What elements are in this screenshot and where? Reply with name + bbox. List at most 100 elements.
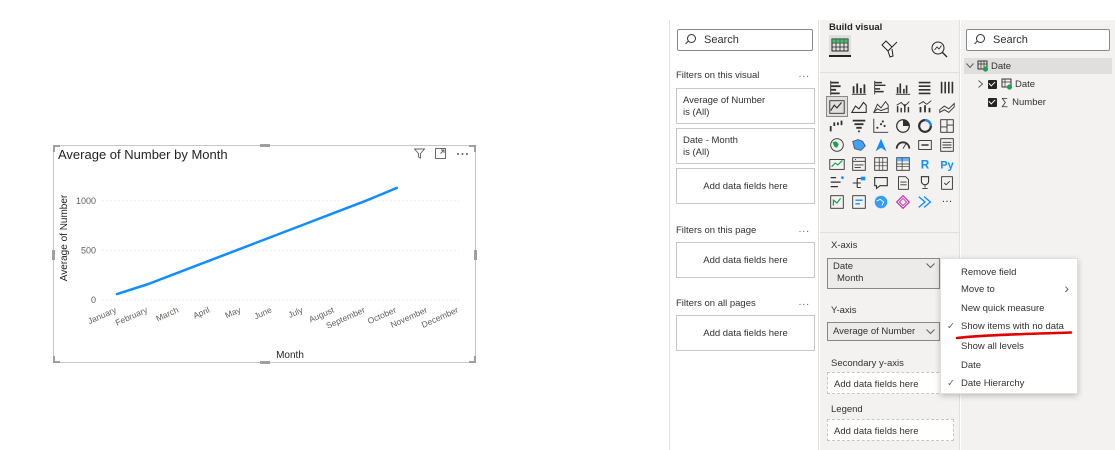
y-axis-well-label: Y-axis <box>831 305 857 316</box>
resize-handle[interactable] <box>260 361 270 364</box>
smart-narrative-icon[interactable] <box>893 173 913 192</box>
format-visual-tab[interactable] <box>879 38 901 60</box>
menu-item-date[interactable]: Date <box>961 360 981 371</box>
stacked-column-chart-icon[interactable] <box>849 78 869 97</box>
waterfall-chart-icon[interactable] <box>827 116 847 135</box>
more-options-icon[interactable]: ... <box>799 224 810 235</box>
table-date[interactable]: Date <box>964 58 1112 74</box>
treemap-icon[interactable] <box>937 116 957 135</box>
filters-visual-drop-zone[interactable]: Add data fields here <box>676 168 815 204</box>
more-options-icon[interactable]: ... <box>799 297 810 308</box>
chevron-right-icon[interactable] <box>978 80 984 88</box>
filter-icon[interactable] <box>414 148 425 159</box>
line-chart-icon[interactable] <box>826 96 848 117</box>
more-visuals-icon[interactable]: ··· <box>937 192 957 211</box>
chevron-double-icon[interactable] <box>915 192 935 211</box>
y-tick-label: 500 <box>81 245 96 255</box>
gauge-icon[interactable] <box>893 135 913 154</box>
key-influencers-icon[interactable] <box>827 173 847 192</box>
menu-item-new-quick-measure[interactable]: New quick measure <box>961 303 1044 314</box>
chevron-down-icon[interactable] <box>966 63 974 69</box>
x-tick-label: June <box>252 305 273 322</box>
paginated-report-icon[interactable] <box>937 173 957 192</box>
hundred-percent-column-icon[interactable] <box>937 78 957 97</box>
filters-on-visual-header: Filters on this visual <box>676 70 760 81</box>
resize-corner[interactable] <box>53 145 60 152</box>
analytics-tab[interactable] <box>928 38 950 60</box>
kpi-icon[interactable] <box>827 154 847 173</box>
resize-corner[interactable] <box>469 356 476 363</box>
build-visual-title: Build visual <box>829 22 883 33</box>
filters-on-all-pages-header: Filters on all pages <box>676 298 756 309</box>
clustered-bar-chart-icon[interactable] <box>871 78 891 97</box>
slicer-icon[interactable] <box>849 154 869 173</box>
hierarchy-icon <box>1001 78 1013 90</box>
python-visual-icon[interactable]: Py <box>937 154 957 173</box>
chevron-down-icon[interactable] <box>926 329 935 335</box>
data-search-input[interactable]: Search <box>966 29 1110 51</box>
goals-icon[interactable] <box>915 173 935 192</box>
more-options-icon[interactable] <box>456 148 469 159</box>
legend-drop-zone[interactable]: Add data fields here <box>827 419 954 441</box>
stacked-bar-chart-icon[interactable] <box>827 78 847 97</box>
field-level: Month <box>837 273 864 284</box>
r-visual-icon[interactable]: R <box>915 154 935 173</box>
chevron-down-icon[interactable] <box>926 263 935 269</box>
area-chart-icon[interactable] <box>849 97 869 116</box>
menu-item-remove-field[interactable]: Remove field <box>961 267 1016 278</box>
field-date-hierarchy[interactable]: Date <box>978 78 1035 90</box>
checkmark-icon: ✓ <box>947 321 955 332</box>
donut-chart-icon[interactable] <box>915 116 935 135</box>
field-number[interactable]: ∑ Number <box>988 97 1046 108</box>
azure-map-icon[interactable] <box>871 135 891 154</box>
menu-item-date-hierarchy[interactable]: Date Hierarchy <box>961 378 1024 389</box>
filters-search-input[interactable]: Search <box>677 29 813 51</box>
hundred-percent-bar-icon[interactable] <box>915 78 935 97</box>
pie-chart-icon[interactable] <box>893 116 913 135</box>
card-icon[interactable] <box>915 135 935 154</box>
x-tick-label: March <box>154 305 180 324</box>
filled-map-icon[interactable] <box>849 135 869 154</box>
scatter-chart-icon[interactable] <box>871 116 891 135</box>
table-icon[interactable] <box>871 154 891 173</box>
line-stacked-column-icon[interactable] <box>915 97 935 116</box>
field-checkbox[interactable] <box>988 98 997 107</box>
secondary-y-axis-drop-zone[interactable]: Add data fields here <box>827 372 954 394</box>
resize-handle[interactable] <box>474 250 477 260</box>
ribbon-chart-icon[interactable] <box>937 97 957 116</box>
power-apps-icon[interactable] <box>827 192 847 211</box>
power-automate-icon[interactable] <box>849 192 869 211</box>
map-icon[interactable] <box>827 135 847 154</box>
y-axis-field-average-of-number[interactable]: Average of Number <box>827 322 940 341</box>
stacked-area-chart-icon[interactable] <box>871 97 891 116</box>
build-visual-tab[interactable] <box>829 35 851 57</box>
decomposition-tree-icon[interactable] <box>849 173 869 192</box>
menu-item-show-all-levels[interactable]: Show all levels <box>961 341 1024 352</box>
line-clustered-column-icon[interactable] <box>893 97 913 116</box>
filter-card-date-month[interactable]: Date - Month is (All) <box>676 128 815 164</box>
field-checkbox[interactable] <box>988 79 997 89</box>
arcgis-map-icon[interactable] <box>871 192 891 211</box>
svg-text:R: R <box>921 158 930 171</box>
line-chart-visual[interactable]: 0 500 1000 January February March April May June… <box>52 144 477 364</box>
funnel-chart-icon[interactable] <box>849 116 869 135</box>
matrix-icon[interactable] <box>893 154 913 173</box>
resize-corner[interactable] <box>53 356 60 363</box>
filter-card-title: Average of Number <box>683 95 766 106</box>
qa-icon[interactable] <box>871 173 891 192</box>
multi-row-card-icon[interactable] <box>937 135 957 154</box>
focus-mode-icon[interactable] <box>435 148 446 159</box>
table-name: Date <box>991 60 1012 72</box>
resize-corner[interactable] <box>469 145 476 152</box>
filter-card-average-of-number[interactable]: Average of Number is (All) <box>676 88 815 124</box>
filters-all-pages-drop-zone[interactable]: Add data fields here <box>676 315 815 351</box>
resize-handle[interactable] <box>52 250 55 260</box>
diamond-visual-icon[interactable] <box>893 192 913 211</box>
menu-item-move-to[interactable]: Move to <box>961 284 995 295</box>
filters-page-drop-zone[interactable]: Add data fields here <box>676 242 815 278</box>
resize-handle[interactable] <box>260 144 270 147</box>
x-axis-field-date[interactable]: Date Month <box>827 258 940 289</box>
clustered-column-chart-icon[interactable] <box>893 78 913 97</box>
filters-search-placeholder: Search <box>704 34 739 46</box>
more-options-icon[interactable]: ... <box>799 69 810 80</box>
